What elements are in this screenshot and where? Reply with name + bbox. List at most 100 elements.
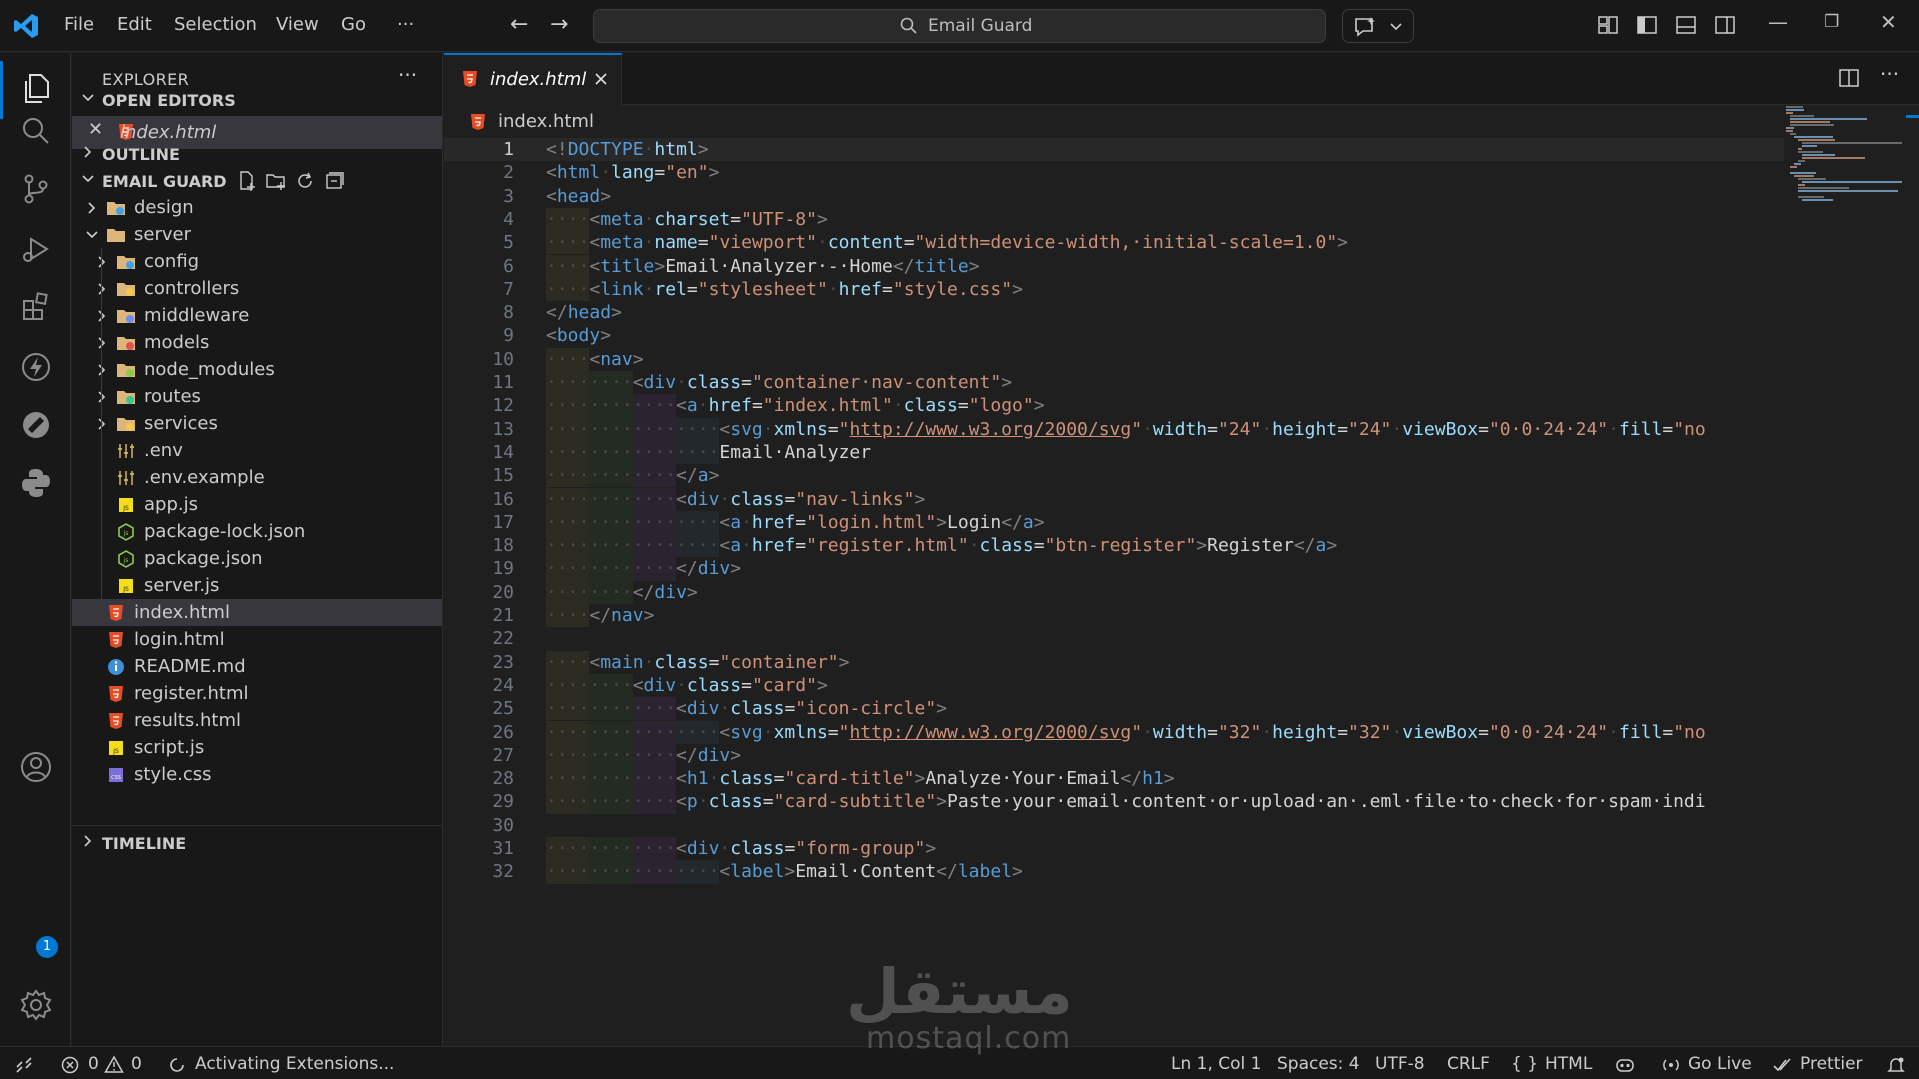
language-mode[interactable]: HTML <box>1545 1054 1592 1074</box>
code-line[interactable]: 21 ····</nav> <box>444 604 1784 628</box>
run-and-debug-icon[interactable] <box>18 231 54 267</box>
code-line[interactable]: 7 ····<link·rel="stylesheet"·href="style.… <box>444 277 1784 302</box>
code-line[interactable]: 12 ············<a·href="index.html"·class… <box>444 394 1784 418</box>
code-line[interactable]: 5 ····<meta·name="viewport"·content="widt… <box>444 231 1784 255</box>
toggle-panel-icon[interactable] <box>1675 14 1697 36</box>
encoding-status[interactable]: UTF-8 <box>1375 1054 1425 1074</box>
code-line[interactable]: 32 ················<label>Email·Content</… <box>444 860 1784 884</box>
code-line[interactable]: 25 ············<div·class="icon-circle"> <box>444 697 1784 721</box>
code-line[interactable]: 10 ····<nav> <box>444 347 1784 371</box>
code-line[interactable]: 17 ················<a·href="login.html">L… <box>444 510 1784 535</box>
tree-item-style-css[interactable]: CSS style.css <box>72 761 442 788</box>
code-line[interactable]: 13 ················<svg·xmlns="http://www… <box>444 417 1784 441</box>
tree-item-node-modules[interactable]: node_modules <box>72 356 442 383</box>
code-line[interactable]: 8 </head> <box>444 301 1784 324</box>
open-editors-section[interactable]: OPEN EDITORS <box>72 83 442 116</box>
error-count[interactable]: 0 <box>88 1054 99 1074</box>
code-line[interactable]: 3 <head> <box>444 185 1784 208</box>
tree-item-middleware[interactable]: middleware <box>72 302 442 329</box>
settings-gear-icon[interactable] <box>18 987 54 1023</box>
code-line[interactable]: 4 ····<meta·charset="UTF-8"> <box>444 207 1784 232</box>
code-line[interactable]: 18 ················<a·href="register.html… <box>444 534 1784 558</box>
code-line[interactable]: 29 ············<p·class="card-subtitle">P… <box>444 790 1784 814</box>
eol-status[interactable]: CRLF <box>1447 1054 1490 1074</box>
remote-indicator-icon[interactable] <box>14 1055 34 1075</box>
code-line[interactable]: 1 <!DOCTYPE·html> <box>444 138 1784 162</box>
code-line[interactable]: 9 <body> <box>444 324 1784 347</box>
collapse-all-icon[interactable] <box>323 170 345 192</box>
prettier-status[interactable]: Prettier <box>1800 1054 1863 1074</box>
tree-item-package-lock-json[interactable]: js package-lock.json <box>72 518 442 545</box>
tree-item--env[interactable]: .env <box>72 437 442 464</box>
tree-item-models[interactable]: models <box>72 329 442 356</box>
go-live-button[interactable]: Go Live <box>1688 1054 1752 1074</box>
extensions-icon[interactable] <box>18 289 54 325</box>
tree-item-config[interactable]: config <box>72 248 442 275</box>
broadcast-icon[interactable] <box>1661 1055 1681 1075</box>
customize-layout-icon[interactable] <box>1597 14 1619 36</box>
tree-item-index-html[interactable]: index.html <box>72 599 442 626</box>
tree-item-controllers[interactable]: controllers <box>72 275 442 302</box>
warning-icon[interactable] <box>104 1055 124 1075</box>
code-line[interactable]: 28 ············<h1·class="card-title">Ana… <box>444 767 1784 791</box>
code-line[interactable]: 27 ············</div> <box>444 743 1784 768</box>
activating-extensions-status[interactable]: Activating Extensions... <box>195 1054 394 1074</box>
new-folder-icon[interactable] <box>265 170 287 192</box>
python-icon[interactable] <box>18 465 54 501</box>
indentation-status[interactable]: Spaces: 4 <box>1277 1054 1360 1074</box>
menu-edit[interactable]: Edit <box>117 14 152 35</box>
tree-item-package-json[interactable]: js package.json <box>72 545 442 572</box>
tree-item--env-example[interactable]: .env.example <box>72 464 442 491</box>
copilot-chat-button[interactable] <box>1342 9 1414 43</box>
tree-item-script-js[interactable]: JS script.js <box>72 734 442 761</box>
code-line[interactable]: 2 <html·lang="en"> <box>444 161 1784 184</box>
tree-item-server[interactable]: server <box>72 221 442 248</box>
tree-item-routes[interactable]: routes <box>72 383 442 410</box>
accounts-icon[interactable] <box>18 749 54 785</box>
tree-item-login-html[interactable]: login.html <box>72 626 442 653</box>
tree-item-register-html[interactable]: register.html <box>72 680 442 707</box>
restore-icon[interactable]: ❐ <box>1824 12 1839 32</box>
minimap[interactable] <box>1784 106 1902 1046</box>
code-line[interactable]: 15 ············</a> <box>444 464 1784 488</box>
toggle-secondary-sidebar-icon[interactable] <box>1714 14 1736 36</box>
split-editor-icon[interactable] <box>1838 67 1860 89</box>
tree-item-services[interactable]: services <box>72 410 442 437</box>
timeline-section[interactable]: TIMELINE <box>72 825 442 858</box>
remote-explorer-icon[interactable] <box>18 407 54 443</box>
refresh-icon[interactable] <box>294 170 316 192</box>
tree-item-readme-md[interactable]: README.md <box>72 653 442 680</box>
explorer-files-icon[interactable] <box>18 71 54 107</box>
toggle-primary-sidebar-icon[interactable] <box>1636 14 1658 36</box>
tree-item-design[interactable]: design <box>72 194 442 221</box>
code-line[interactable]: 22 <box>444 627 1784 650</box>
tab-index-html[interactable]: index.html <box>444 53 622 106</box>
code-line[interactable]: 6 ····<title>Email·Analyzer·-·Home</title… <box>444 254 1784 278</box>
tree-item-server-js[interactable]: JS server.js <box>72 572 442 599</box>
menu-more-button[interactable]: ··· <box>397 14 414 35</box>
code-line[interactable]: 14 ················Email·Analyzer <box>444 440 1784 465</box>
double-check-icon[interactable] <box>1772 1055 1792 1075</box>
error-icon[interactable] <box>60 1055 80 1075</box>
editor-more-button[interactable]: ··· <box>1880 62 1899 86</box>
back-arrow-icon[interactable]: ← <box>510 12 528 37</box>
new-file-icon[interactable] <box>236 170 258 192</box>
tree-item-results-html[interactable]: results.html <box>72 707 442 734</box>
code-line[interactable]: 19 ············</div> <box>444 557 1784 581</box>
forward-arrow-icon[interactable]: → <box>550 12 568 37</box>
code-line[interactable]: 30 <box>444 814 1784 837</box>
cursor-position[interactable]: Ln 1, Col 1 <box>1171 1054 1262 1074</box>
search-icon[interactable] <box>18 113 54 149</box>
code-line[interactable]: 24 ········<div·class="card"> <box>444 673 1784 698</box>
code-line[interactable]: 26 ················<svg·xmlns="http://www… <box>444 720 1784 744</box>
code-editor[interactable]: 1 <!DOCTYPE·html> 2 <html·lang="en"> 3 <head>… <box>444 138 1784 1046</box>
minimize-icon[interactable]: — <box>1768 10 1788 34</box>
code-line[interactable]: 31 ············<div·class="form-group"> <box>444 837 1784 861</box>
warning-count[interactable]: 0 <box>131 1054 142 1074</box>
email-guard-section[interactable]: EMAIL GUARD <box>72 164 442 197</box>
close-window-icon[interactable]: ✕ <box>1880 10 1897 34</box>
menu-selection[interactable]: Selection <box>174 14 257 35</box>
command-center-search[interactable]: Email Guard <box>593 9 1326 43</box>
menu-view[interactable]: View <box>276 14 319 35</box>
menu-go[interactable]: Go <box>341 14 366 35</box>
